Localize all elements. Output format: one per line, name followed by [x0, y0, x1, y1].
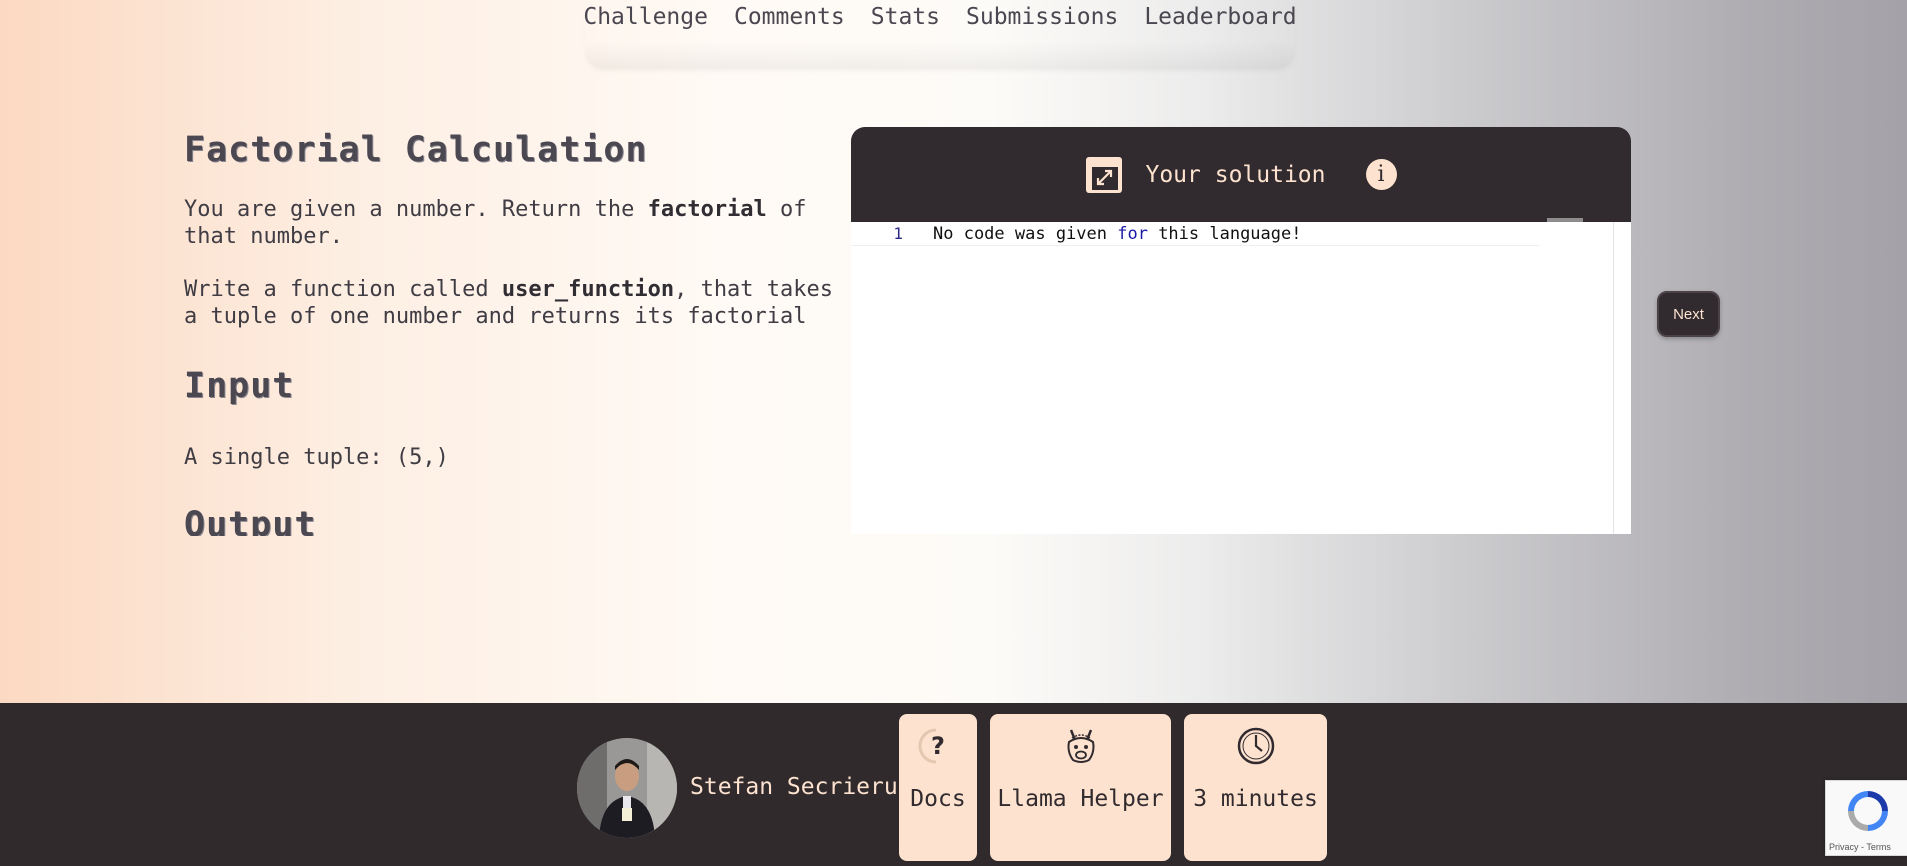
code-line: 1 No code was given for this language! — [851, 222, 1539, 246]
func-text: Write a function called — [184, 277, 502, 302]
code-area[interactable]: 1 No code was given for this language! — [851, 218, 1631, 534]
nav-comments[interactable]: Comments — [734, 4, 845, 68]
timer-button[interactable]: 3 minutes — [1184, 714, 1327, 861]
nav-leaderboard[interactable]: Leaderboard — [1144, 4, 1296, 68]
docs-label: Docs — [910, 786, 966, 812]
code-text: No code was given for this language! — [933, 224, 1301, 244]
recaptcha-text[interactable]: Privacy - Terms — [1829, 842, 1891, 852]
input-heading: Input — [184, 366, 295, 406]
problem-description: Factorial Calculation You are given a nu… — [184, 130, 834, 536]
problem-statement: You are given a number. Return the facto… — [184, 196, 834, 250]
llama-helper-label: Llama Helper — [997, 786, 1164, 812]
code-part: No code was given — [933, 223, 1118, 244]
docs-icon-glyph: ? — [931, 732, 945, 760]
next-button[interactable]: Next — [1657, 291, 1720, 337]
scrollbar-track[interactable] — [1613, 222, 1614, 534]
line-number: 1 — [893, 224, 903, 243]
nav-stats[interactable]: Stats — [871, 4, 940, 68]
statement-text: You are given a number. Return the — [184, 197, 648, 222]
expand-icon[interactable] — [1085, 156, 1123, 194]
problem-title: Factorial Calculation — [184, 130, 648, 170]
function-instructions: Write a function called user_function, t… — [184, 276, 834, 330]
code-part-end: this language! — [1147, 223, 1302, 244]
llama-icon — [1061, 726, 1101, 766]
func-name: user_function — [501, 277, 675, 302]
statement-bold: factorial — [647, 197, 767, 222]
llama-helper-button[interactable]: Llama Helper — [990, 714, 1171, 861]
editor-title: Your solution — [1145, 161, 1326, 188]
info-icon[interactable]: i — [1365, 159, 1397, 190]
code-editor: Your solution i 1 No code was given for … — [851, 127, 1631, 534]
nav-challenge[interactable]: Challenge — [583, 4, 708, 68]
question-icon: ? — [918, 726, 958, 766]
avatar[interactable] — [577, 738, 677, 838]
clock-icon — [1236, 726, 1276, 766]
nav-submissions[interactable]: Submissions — [966, 4, 1118, 68]
minimap — [1547, 218, 1583, 222]
input-text: A single tuple: (5,) — [184, 445, 449, 470]
output-heading: Output — [184, 505, 317, 536]
recaptcha-icon — [1848, 791, 1888, 831]
top-nav: Challenge Comments Stats Submissions Lea… — [583, 0, 1297, 68]
docs-button[interactable]: ? Docs — [899, 714, 977, 861]
recaptcha-badge[interactable]: Privacy - Terms — [1825, 780, 1907, 856]
username: Stefan Secrieru — [690, 774, 898, 800]
timer-label: 3 minutes — [1193, 786, 1318, 812]
code-keyword: for — [1117, 223, 1148, 244]
editor-header: Your solution i — [851, 127, 1631, 222]
